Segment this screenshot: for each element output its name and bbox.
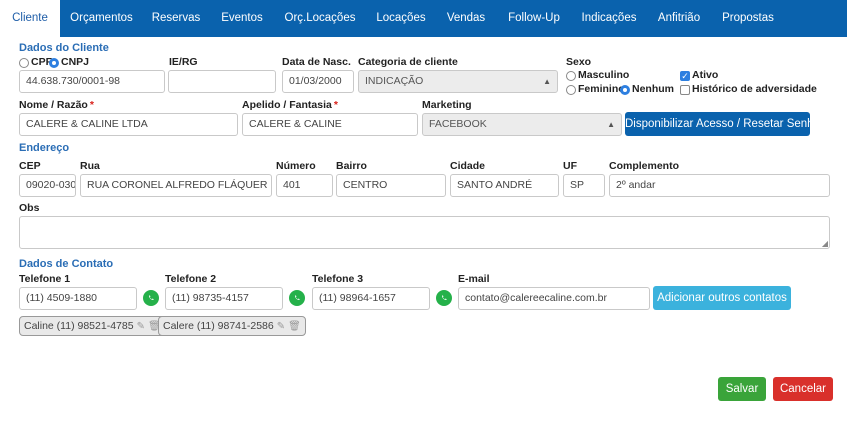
top-tabs: Cliente Orçamentos Reservas Eventos Orç.… (0, 0, 847, 37)
name-label: Nome / Razão * (19, 99, 94, 111)
obs-textarea[interactable]: ◢ (19, 216, 830, 249)
tab-eventos[interactable]: Eventos (209, 0, 275, 37)
ie-field[interactable] (168, 70, 276, 93)
uf-label: UF (563, 160, 577, 172)
birth-label: Data de Nasc. (282, 56, 351, 68)
sex-none-label: Nenhum (632, 83, 674, 95)
phone3-label: Telefone 3 (312, 273, 364, 285)
phone3-field[interactable]: (11) 98964-1657 (312, 287, 430, 310)
category-select[interactable]: INDICAÇÃO ▲ (358, 70, 558, 93)
tab-anfitriao[interactable]: Anfitrião (645, 0, 713, 37)
active-checkbox[interactable]: ✓ (680, 71, 690, 81)
tab-cliente[interactable]: Cliente (0, 0, 60, 37)
required-asterisk: * (333, 99, 338, 111)
marketing-value: FACEBOOK (429, 118, 487, 130)
tab-orc-locacoes[interactable]: Orç.Locações (275, 0, 365, 37)
cpf-radio[interactable] (19, 58, 29, 68)
phone1-label: Telefone 1 (19, 273, 71, 285)
city-field[interactable]: SANTO ANDRÉ (450, 174, 559, 197)
document-field[interactable]: 44.638.730/0001-98 (19, 70, 165, 93)
sex-none-radio[interactable] (620, 85, 630, 95)
select-arrows-icon: ▲ (543, 77, 551, 86)
tab-propostas[interactable]: Propostas (713, 0, 783, 37)
name-label-text: Nome / Razão (19, 99, 88, 111)
cancel-button[interactable]: Cancelar (773, 377, 833, 401)
email-label: E-mail (458, 273, 490, 285)
email-field[interactable]: contato@calereecaline.com.br (458, 287, 650, 310)
district-field[interactable]: CENTRO (336, 174, 446, 197)
adversity-label: Histórico de adversidade (692, 83, 817, 95)
nick-label: Apelido / Fantasia * (242, 99, 338, 111)
sex-label: Sexo (566, 56, 592, 68)
edit-icon[interactable]: ✎ (277, 321, 285, 332)
street-label: Rua (80, 160, 100, 172)
cnpj-label: CNPJ (61, 56, 90, 68)
tab-follow-up[interactable]: Follow-Up (495, 0, 573, 37)
category-label: Categoria de cliente (358, 56, 458, 68)
marketing-select[interactable]: FACEBOOK ▲ (422, 113, 622, 136)
city-label: Cidade (450, 160, 486, 172)
sex-male-radio[interactable] (566, 71, 576, 81)
add-contacts-button[interactable]: Adicionar outros contatos (653, 286, 791, 310)
complement-field[interactable]: 2º andar (609, 174, 830, 197)
contact-chip-label: Calere (11) 98741-2586 (163, 320, 274, 332)
whatsapp-icon[interactable] (143, 290, 159, 306)
save-button[interactable]: Salvar (718, 377, 766, 401)
select-arrows-icon: ▲ (607, 120, 615, 129)
sex-female-label: Feminino (578, 83, 625, 95)
tab-orcamentos[interactable]: Orçamentos (60, 0, 143, 37)
sex-female-radio[interactable] (566, 85, 576, 95)
section-title-client: Dados do Cliente (19, 42, 109, 54)
district-label: Bairro (336, 160, 367, 172)
phone2-field[interactable]: (11) 98735-4157 (165, 287, 283, 310)
number-field[interactable]: 401 (276, 174, 333, 197)
cnpj-radio[interactable] (49, 58, 59, 68)
resize-handle-icon[interactable]: ◢ (822, 239, 828, 248)
contact-chip-label: Caline (11) 98521-4785 (24, 320, 134, 332)
complement-label: Complemento (609, 160, 680, 172)
whatsapp-icon[interactable] (289, 290, 305, 306)
tab-indicacoes[interactable]: Indicações (573, 0, 645, 37)
cep-field[interactable]: 09020-030 (19, 174, 76, 197)
sex-male-label: Masculino (578, 69, 630, 81)
tab-locacoes[interactable]: Locações (365, 0, 437, 37)
number-label: Número (276, 160, 316, 172)
street-field[interactable]: RUA CORONEL ALFREDO FLÁQUER (80, 174, 272, 197)
nick-field[interactable]: CALERE & CALINE (242, 113, 418, 136)
obs-label: Obs (19, 202, 40, 214)
cep-label: CEP (19, 160, 41, 172)
tab-reservas[interactable]: Reservas (143, 0, 209, 37)
trash-icon[interactable]: 🗑 (288, 321, 301, 332)
section-title-contact: Dados de Contato (19, 258, 114, 270)
tab-vendas[interactable]: Vendas (437, 0, 495, 37)
required-asterisk: * (89, 99, 94, 111)
adversity-checkbox[interactable] (680, 85, 690, 95)
name-field[interactable]: CALERE & CALINE LTDA (19, 113, 238, 136)
access-reset-button[interactable]: Disponibilizar Acesso / Resetar Senha (625, 112, 820, 136)
birth-field[interactable]: 01/03/2000 (282, 70, 354, 93)
uf-field[interactable]: SP (563, 174, 605, 197)
whatsapp-icon[interactable] (436, 290, 452, 306)
phone2-label: Telefone 2 (165, 273, 217, 285)
contact-chip[interactable]: Caline (11) 98521-4785 ✎ 🗑 (19, 316, 166, 336)
marketing-label: Marketing (422, 99, 472, 111)
section-title-address: Endereço (19, 142, 70, 154)
nick-label-text: Apelido / Fantasia (242, 99, 332, 111)
contact-chip[interactable]: Calere (11) 98741-2586 ✎ 🗑 (158, 316, 306, 336)
ie-label: IE/RG (169, 56, 198, 68)
category-value: INDICAÇÃO (365, 75, 424, 87)
phone1-field[interactable]: (11) 4509-1880 (19, 287, 137, 310)
active-label: Ativo (692, 69, 719, 81)
edit-icon[interactable]: ✎ (137, 321, 145, 332)
